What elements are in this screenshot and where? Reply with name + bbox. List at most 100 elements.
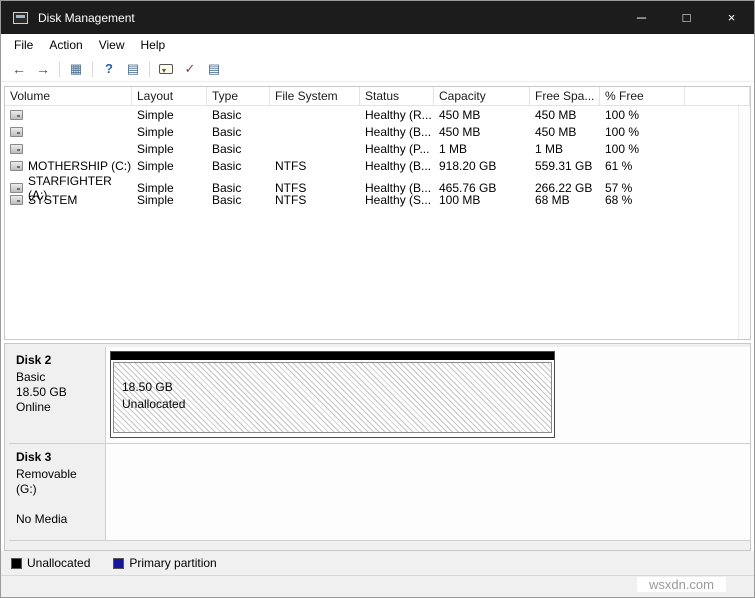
window-controls: ─ □ × bbox=[619, 1, 754, 34]
column-header-file-system[interactable]: File System bbox=[270, 87, 360, 105]
unallocated-hatch: 18.50 GB Unallocated bbox=[113, 362, 552, 433]
pct-free-cell: 68 % bbox=[600, 193, 685, 207]
disk-row: Disk 3 Removable (G:) No Media bbox=[9, 444, 750, 541]
menu-file[interactable]: File bbox=[6, 35, 41, 55]
disk3-label-panel[interactable]: Disk 3 Removable (G:) No Media bbox=[9, 444, 106, 540]
type-cell: Basic bbox=[207, 193, 270, 207]
check-button[interactable]: ✓ bbox=[178, 58, 202, 80]
forward-arrow-icon: → bbox=[36, 61, 50, 77]
column-header-status[interactable]: Status bbox=[360, 87, 434, 105]
disk-management-window: Disk Management ─ □ × File Action View H… bbox=[0, 0, 755, 598]
pct-free-cell: 100 % bbox=[600, 125, 685, 139]
disk-name: Disk 3 bbox=[16, 450, 98, 464]
table-row[interactable]: MOTHERSHIP (C:) Simple Basic NTFS Health… bbox=[5, 157, 750, 174]
free-space-cell: 559.31 GB bbox=[530, 159, 600, 173]
status-cell: Healthy (B... bbox=[360, 159, 434, 173]
volume-cell bbox=[5, 127, 132, 137]
console-tree-button[interactable]: ▦ bbox=[64, 58, 88, 80]
toolbar: ← → ▦ ? ▤ ✓ ▤ bbox=[1, 56, 754, 82]
volume-icon bbox=[10, 144, 23, 154]
free-space-cell: 68 MB bbox=[530, 193, 600, 207]
check-icon: ✓ bbox=[185, 61, 196, 77]
status-cell: Healthy (P... bbox=[360, 142, 434, 156]
action-pane-icon: ▤ bbox=[127, 61, 139, 77]
minimize-button[interactable]: ─ bbox=[619, 1, 664, 34]
capacity-cell: 450 MB bbox=[434, 125, 530, 139]
toolbar-separator bbox=[59, 61, 60, 77]
legend-label-primary-partition: Primary partition bbox=[129, 556, 216, 570]
forward-button[interactable]: → bbox=[31, 58, 55, 80]
pct-free-cell: 61 % bbox=[600, 159, 685, 173]
type-cell: Basic bbox=[207, 125, 270, 139]
volume-name: MOTHERSHIP (C:) bbox=[28, 159, 131, 173]
console-tree-icon: ▦ bbox=[70, 61, 82, 77]
layout-cell: Simple bbox=[132, 142, 207, 156]
type-cell: Basic bbox=[207, 142, 270, 156]
volume-cell: MOTHERSHIP (C:) bbox=[5, 159, 132, 173]
speech-bubble-icon bbox=[159, 64, 173, 74]
free-space-cell: 1 MB bbox=[530, 142, 600, 156]
partition-label: Unallocated bbox=[122, 396, 551, 413]
disk-type: Removable (G:) bbox=[16, 467, 98, 497]
disk-type: Basic bbox=[16, 370, 98, 385]
free-space-cell: 450 MB bbox=[530, 125, 600, 139]
partition-type-strip bbox=[111, 352, 554, 360]
volume-icon bbox=[10, 110, 23, 120]
status-cell: Healthy (B... bbox=[360, 125, 434, 139]
app-icon[interactable] bbox=[13, 12, 28, 24]
column-header-free-space[interactable]: Free Spa... bbox=[530, 87, 600, 105]
volume-cell bbox=[5, 110, 132, 120]
list-scrollbar[interactable] bbox=[738, 106, 750, 339]
volume-icon bbox=[10, 183, 23, 193]
column-header-volume[interactable]: Volume bbox=[5, 87, 132, 105]
layout-cell: Simple bbox=[132, 108, 207, 122]
disk-status: No Media bbox=[16, 512, 98, 527]
menu-action[interactable]: Action bbox=[41, 35, 90, 55]
table-row[interactable]: SYSTEM Simple Basic NTFS Healthy (S... 1… bbox=[5, 191, 750, 208]
back-arrow-icon: ← bbox=[12, 61, 26, 77]
disk-size: 18.50 GB bbox=[16, 385, 98, 400]
views-button[interactable]: ▤ bbox=[202, 58, 226, 80]
help-button[interactable]: ? bbox=[97, 58, 121, 80]
volume-list-header: Volume Layout Type File System Status Ca… bbox=[5, 87, 750, 106]
watermark-text: wsxdn.com bbox=[637, 577, 726, 592]
column-header-layout[interactable]: Layout bbox=[132, 87, 207, 105]
menu-help[interactable]: Help bbox=[133, 35, 174, 55]
layout-cell: Simple bbox=[132, 125, 207, 139]
legend: Unallocated Primary partition bbox=[1, 551, 754, 575]
column-header-capacity[interactable]: Capacity bbox=[434, 87, 530, 105]
maximize-button[interactable]: □ bbox=[664, 1, 709, 34]
legend-label-unallocated: Unallocated bbox=[27, 556, 90, 570]
volume-name: SYSTEM bbox=[28, 193, 77, 207]
menubar: File Action View Help bbox=[1, 34, 754, 56]
disk-name: Disk 2 bbox=[16, 353, 98, 367]
views-icon: ▤ bbox=[208, 61, 220, 77]
capacity-cell: 450 MB bbox=[434, 108, 530, 122]
volume-icon bbox=[10, 161, 23, 171]
help-icon: ? bbox=[105, 61, 113, 76]
disk2-label-panel[interactable]: Disk 2 Basic 18.50 GB Online bbox=[9, 347, 106, 443]
column-header-filler bbox=[685, 87, 750, 105]
disk2-area: 18.50 GB Unallocated bbox=[106, 347, 750, 443]
column-header-pct-free[interactable]: % Free bbox=[600, 87, 685, 105]
disk3-area bbox=[106, 444, 750, 540]
close-button[interactable]: × bbox=[709, 1, 754, 34]
table-row[interactable]: STARFIGHTER (A:) Simple Basic NTFS Healt… bbox=[5, 174, 750, 191]
disk-graphic-pane: Disk 2 Basic 18.50 GB Online 18.50 GB Un… bbox=[4, 343, 751, 551]
statusbar: wsxdn.com bbox=[1, 575, 754, 597]
table-row[interactable]: Simple Basic Healthy (R... 450 MB 450 MB… bbox=[5, 106, 750, 123]
column-header-type[interactable]: Type bbox=[207, 87, 270, 105]
volume-list: Volume Layout Type File System Status Ca… bbox=[4, 86, 751, 340]
status-cell: Healthy (R... bbox=[360, 108, 434, 122]
layout-cell: Simple bbox=[132, 193, 207, 207]
capacity-cell: 1 MB bbox=[434, 142, 530, 156]
action-pane-button[interactable]: ▤ bbox=[121, 58, 145, 80]
table-row[interactable]: Simple Basic Healthy (B... 450 MB 450 MB… bbox=[5, 123, 750, 140]
pct-free-cell: 100 % bbox=[600, 142, 685, 156]
unallocated-partition[interactable]: 18.50 GB Unallocated bbox=[110, 351, 555, 438]
menu-view[interactable]: View bbox=[91, 35, 133, 55]
table-row[interactable]: Simple Basic Healthy (P... 1 MB 1 MB 100… bbox=[5, 140, 750, 157]
back-button[interactable]: ← bbox=[7, 58, 31, 80]
dialog-button[interactable] bbox=[154, 58, 178, 80]
toolbar-separator bbox=[149, 61, 150, 77]
